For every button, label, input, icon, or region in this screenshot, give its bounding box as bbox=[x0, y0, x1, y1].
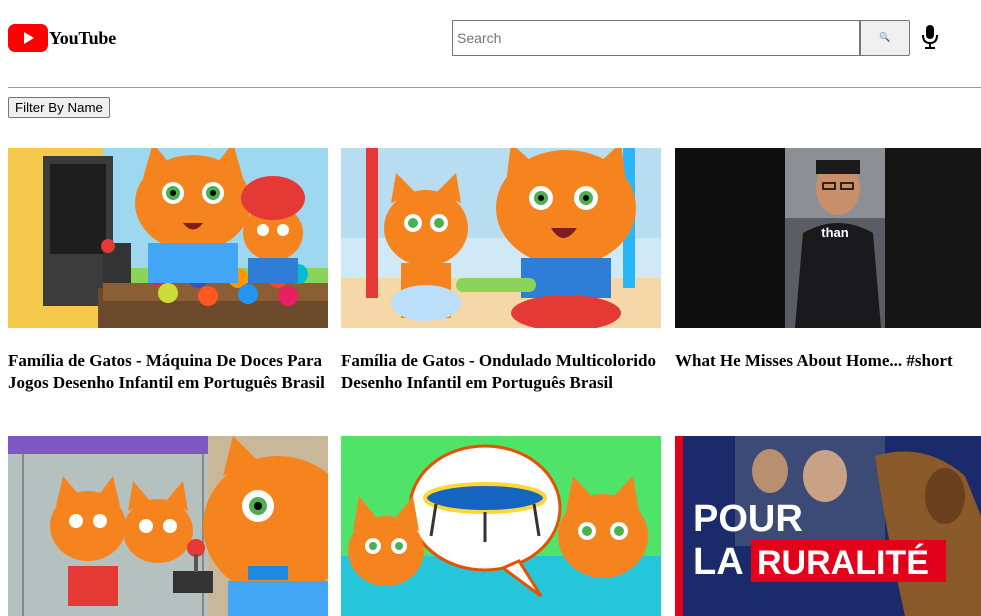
video-card[interactable]: POUR LA RURALITÉ bbox=[675, 436, 981, 616]
video-card[interactable]: than What He Misses About Home... #short bbox=[675, 148, 981, 372]
thumbnail-headline-prefix: LA bbox=[693, 541, 744, 583]
video-thumbnail[interactable] bbox=[341, 436, 661, 616]
thumbnail-headline-highlight: RURALITÉ bbox=[757, 544, 929, 582]
microphone-icon[interactable] bbox=[920, 24, 940, 50]
video-title[interactable]: Família de Gatos - Ondulado Multicolorid… bbox=[341, 350, 661, 394]
filter-by-name-button[interactable]: Filter By Name bbox=[8, 97, 110, 118]
video-thumbnail[interactable] bbox=[8, 436, 328, 616]
youtube-play-icon bbox=[8, 24, 48, 52]
video-thumbnail[interactable] bbox=[341, 148, 661, 328]
header-divider bbox=[8, 87, 981, 88]
thumbnail-caption: than bbox=[821, 225, 849, 240]
video-title[interactable]: Família de Gatos - Máquina De Doces Para… bbox=[8, 350, 328, 394]
video-card[interactable]: Família de Gatos - Máquina De Doces Para… bbox=[8, 148, 328, 394]
thumbnail-headline-line1: POUR bbox=[693, 498, 803, 540]
video-thumbnail[interactable]: POUR LA RURALITÉ bbox=[675, 436, 981, 616]
video-thumbnail[interactable]: than bbox=[675, 148, 981, 328]
search-icon: 🔍 bbox=[879, 33, 891, 43]
video-card[interactable]: Família de Gatos - Ondulado Multicolorid… bbox=[341, 148, 661, 394]
video-card[interactable] bbox=[341, 436, 661, 616]
video-thumbnail[interactable] bbox=[8, 148, 328, 328]
search-input[interactable] bbox=[452, 20, 860, 56]
video-title[interactable]: What He Misses About Home... #short bbox=[675, 350, 981, 372]
header: YouTube 🔍 bbox=[0, 0, 981, 88]
search-button[interactable]: 🔍 bbox=[860, 20, 910, 56]
video-card[interactable] bbox=[8, 436, 328, 616]
logo-text: YouTube bbox=[49, 27, 116, 48]
youtube-logo[interactable]: YouTube bbox=[8, 24, 116, 52]
